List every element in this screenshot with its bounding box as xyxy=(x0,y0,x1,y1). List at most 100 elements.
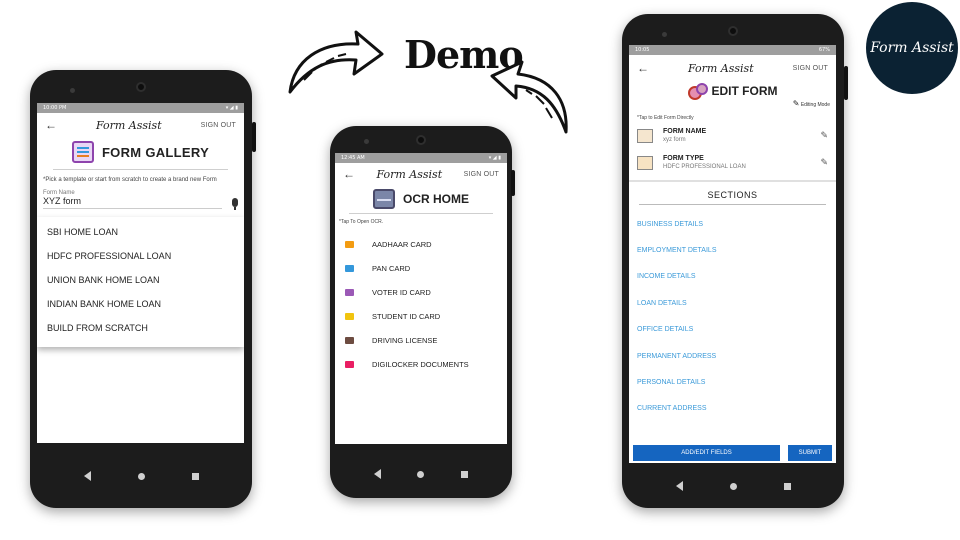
right-arrow-icon xyxy=(288,30,384,94)
nav-back-icon[interactable] xyxy=(374,469,382,479)
action-buttons: ADD/EDIT FIELDS SUBMIT xyxy=(633,445,832,461)
dropdown-option[interactable]: HDFC PROFESSIONAL LOAN xyxy=(37,245,244,269)
ocr-item[interactable]: AADHAAR CARD xyxy=(345,232,497,256)
camera-icon xyxy=(416,135,426,145)
status-time: 10:00 PM xyxy=(43,105,67,111)
section-link[interactable]: BUSINESS DETAILS xyxy=(629,211,836,237)
nav-recent-icon[interactable] xyxy=(191,472,199,480)
camera-icon xyxy=(728,26,738,36)
section-link[interactable]: OFFICE DETAILS xyxy=(629,317,836,343)
nav-home-icon[interactable] xyxy=(137,472,145,480)
sign-out-button[interactable]: SIGN OUT xyxy=(464,171,499,178)
id-icon xyxy=(345,264,354,272)
status-bar: 12:45 AM ▾ ◢ ▮ xyxy=(335,153,507,163)
ocr-item[interactable]: PAN CARD xyxy=(345,256,497,280)
left-arrow-icon xyxy=(490,60,568,134)
sign-out-button[interactable]: SIGN OUT xyxy=(793,65,828,72)
dropdown-option[interactable]: SBI HOME LOAN xyxy=(37,221,244,245)
sign-out-button[interactable]: SIGN OUT xyxy=(201,122,236,129)
section-link[interactable]: INCOME DETAILS xyxy=(629,264,836,290)
ocr-item-label: VOTER ID CARD xyxy=(372,287,431,297)
back-arrow-icon[interactable]: ← xyxy=(343,167,355,181)
page-title: EDIT FORM xyxy=(629,83,836,100)
nav-bar xyxy=(622,464,844,508)
hint-text: *Pick a template or start from scratch t… xyxy=(43,177,217,183)
ocr-item[interactable]: DRIVING LICENSE xyxy=(345,328,497,352)
ocr-item-label: DRIVING LICENSE xyxy=(372,335,438,345)
back-arrow-icon[interactable]: ← xyxy=(637,61,649,75)
brand-title: Form Assist xyxy=(95,118,162,132)
sections-list: BUSINESS DETAILS EMPLOYMENT DETAILS INCOME… xyxy=(629,205,836,422)
add-edit-fields-button[interactable]: ADD/EDIT FIELDS xyxy=(633,445,780,461)
page-title-text: FORM GALLERY xyxy=(101,144,210,160)
nav-home-icon[interactable] xyxy=(417,470,425,478)
power-button[interactable] xyxy=(511,170,515,196)
section-link[interactable]: PERSONAL DETAILS xyxy=(629,369,836,395)
status-time: 10:05 xyxy=(635,47,650,53)
editing-mode-toggle[interactable]: ✎ Editing Mode xyxy=(629,99,836,108)
page-title-text: EDIT FORM xyxy=(711,84,778,98)
user-icon xyxy=(345,312,354,320)
form-assist-logo: Form Assist xyxy=(866,2,958,94)
sections-heading: SECTIONS xyxy=(639,182,826,205)
submit-button[interactable]: SUBMIT xyxy=(788,445,832,461)
back-arrow-icon[interactable]: ← xyxy=(45,118,57,132)
form-name-row: XYZ form xyxy=(37,196,244,210)
form-name-label: Form Name xyxy=(43,190,75,196)
nav-recent-icon[interactable] xyxy=(783,482,791,490)
ocr-item[interactable]: VOTER ID CARD xyxy=(345,280,497,304)
page-title: FORM GALLERY xyxy=(37,141,244,163)
nav-back-icon[interactable] xyxy=(83,471,91,481)
edit-pencil-icon[interactable]: ✎ xyxy=(820,157,828,168)
phone-ocr-home: 12:45 AM ▾ ◢ ▮ ← Form Assist SIGN OUT OC… xyxy=(330,126,515,498)
section-link[interactable]: PERMANENT ADDRESS xyxy=(629,343,836,369)
page-title-text: OCR HOME xyxy=(403,192,469,206)
form-type-row[interactable]: FORM TYPE HDFC PROFESSIONAL LOAN ✎ xyxy=(629,151,836,174)
nav-home-icon[interactable] xyxy=(729,482,737,490)
form-type-icon xyxy=(637,155,653,170)
form-name-input[interactable]: XYZ form xyxy=(43,196,222,209)
nav-bar xyxy=(30,444,252,508)
status-time: 12:45 AM xyxy=(341,155,365,161)
logo-text: Form Assist xyxy=(870,40,954,56)
ocr-item-label: STUDENT ID CARD xyxy=(372,311,441,321)
scanner-icon xyxy=(373,189,395,209)
sensor-icon xyxy=(70,88,75,93)
app-bar: ← Form Assist SIGN OUT xyxy=(335,163,507,185)
power-button[interactable] xyxy=(252,122,256,152)
ocr-item-label: PAN CARD xyxy=(372,263,411,273)
card-icon xyxy=(345,240,354,248)
status-bar: 10:05 67% xyxy=(629,45,836,55)
sensor-icon xyxy=(364,139,369,144)
form-name-icon xyxy=(637,128,653,143)
canvas: Demo Form Assist 10:00 PM ▾ ◢ ▮ ← Form A… xyxy=(0,0,960,540)
microphone-icon[interactable] xyxy=(232,198,238,210)
dropdown-option[interactable]: INDIAN BANK HOME LOAN xyxy=(37,293,244,317)
brand-title: Form Assist xyxy=(376,167,443,181)
form-name-value: xyz form xyxy=(663,137,686,143)
form-type-value: HDFC PROFESSIONAL LOAN xyxy=(663,164,746,170)
license-icon xyxy=(345,336,354,344)
nav-back-icon[interactable] xyxy=(675,481,683,491)
section-link[interactable]: EMPLOYMENT DETAILS xyxy=(629,237,836,263)
status-battery: 67% xyxy=(818,47,830,53)
ocr-item[interactable]: STUDENT ID CARD xyxy=(345,304,497,328)
section-link[interactable]: LOAN DETAILS xyxy=(629,290,836,316)
section-link[interactable]: CURRENT ADDRESS xyxy=(629,396,836,422)
gallery-icon xyxy=(71,141,94,163)
power-button[interactable] xyxy=(844,66,848,100)
status-icons: ▾ ◢ ▮ xyxy=(488,155,501,161)
form-name-row[interactable]: FORM NAME xyz form ✎ xyxy=(629,124,836,147)
status-bar: 10:00 PM ▾ ◢ ▮ xyxy=(37,103,244,113)
dropdown-option[interactable]: BUILD FROM SCRATCH xyxy=(37,317,244,341)
app-bar: ← Form Assist SIGN OUT xyxy=(37,113,244,137)
pencil-icon: ✎ xyxy=(792,99,800,108)
ocr-list: AADHAAR CARD PAN CARD VOTER ID CARD STUDENT… xyxy=(335,232,507,376)
page-title: OCR HOME xyxy=(335,189,507,209)
status-icons: ▾ ◢ ▮ xyxy=(225,105,238,111)
dropdown-option[interactable]: UNION BANK HOME LOAN xyxy=(37,269,244,293)
nav-recent-icon[interactable] xyxy=(460,470,468,478)
edit-pencil-icon[interactable]: ✎ xyxy=(820,130,828,141)
hint-text: *Tap To Open OCR. xyxy=(339,219,384,225)
ocr-item[interactable]: DIGILOCKER DOCUMENTS xyxy=(345,352,497,376)
